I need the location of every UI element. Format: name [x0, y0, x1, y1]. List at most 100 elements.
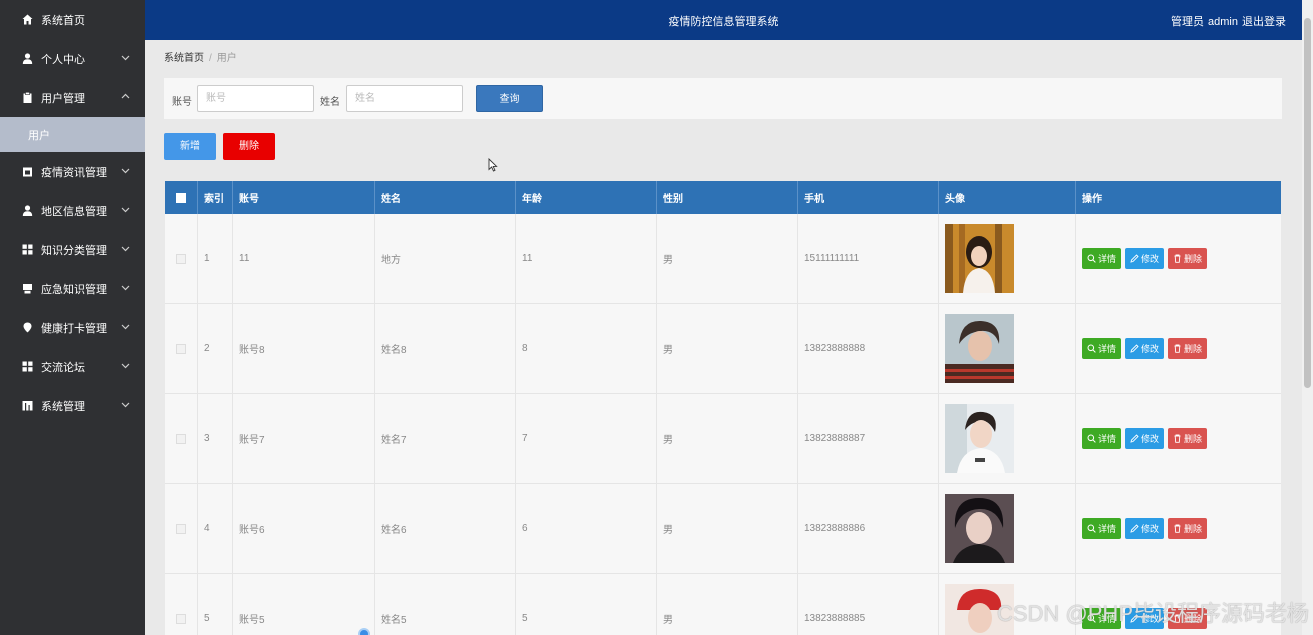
- sidebar-item-home[interactable]: 系统首页: [0, 0, 145, 39]
- edit-button[interactable]: 修改: [1125, 248, 1165, 269]
- column-header-gender: 性别: [657, 181, 798, 214]
- cell-avatar: [939, 214, 1076, 303]
- edit-button[interactable]: 修改: [1125, 428, 1165, 449]
- table-header: 索引 账号 姓名 年龄 性别 手机 头像 操作: [165, 181, 1281, 214]
- sidebar-item-system[interactable]: 系统管理: [0, 386, 145, 425]
- top-header: 疫情防控信息管理系统 管理员 admin 退出登录: [145, 0, 1302, 40]
- name-search-input[interactable]: [346, 85, 463, 112]
- cell-account: 账号8: [233, 304, 375, 393]
- cell-name: 姓名5: [375, 574, 516, 635]
- scrollbar-thumb[interactable]: [1304, 18, 1311, 388]
- delete-button[interactable]: 删除: [1168, 248, 1208, 269]
- trash-icon: [1174, 434, 1181, 443]
- table-row: 4 账号6 姓名6 6 男 13823888886 详情 修改 删除: [165, 484, 1281, 574]
- row-checkbox[interactable]: [176, 613, 186, 624]
- column-header-index: 索引: [198, 181, 233, 214]
- table-row: 1 11 地方 11 男 15111111111 详情 修改 删除: [165, 214, 1281, 304]
- mouse-cursor-icon: [488, 158, 498, 172]
- cell-index: 5: [198, 574, 233, 635]
- column-header-actions: 操作: [1082, 194, 1102, 205]
- column-header-avatar: 头像: [939, 181, 1076, 214]
- detail-button[interactable]: 详情: [1082, 428, 1122, 449]
- sidebar-item-label: 个人中心: [41, 53, 85, 66]
- username: admin: [1208, 16, 1238, 28]
- sidebar-item-region-info[interactable]: 地区信息管理: [0, 191, 145, 230]
- edit-button[interactable]: 修改: [1125, 518, 1165, 539]
- cell-age: 5: [516, 574, 657, 635]
- sidebar-item-emergency-knowledge[interactable]: 应急知识管理: [0, 269, 145, 308]
- page-scrollbar[interactable]: [1302, 0, 1313, 635]
- detail-button[interactable]: 详情: [1082, 338, 1122, 359]
- sidebar-item-epidemic-news[interactable]: 疫情资讯管理: [0, 152, 145, 191]
- chevron-down-icon: [121, 168, 130, 174]
- sidebar-item-users[interactable]: 用户管理: [0, 78, 145, 117]
- clipboard-icon: [22, 92, 33, 103]
- sidebar-item-knowledge-category[interactable]: 知识分类管理: [0, 230, 145, 269]
- sidebar-item-health-checkin[interactable]: 健康打卡管理: [0, 308, 145, 347]
- grid-icon: [22, 361, 33, 372]
- cell-age: 7: [516, 394, 657, 483]
- sidebar-item-personal[interactable]: 个人中心: [0, 39, 145, 78]
- sidebar-item-label: 系统管理: [41, 400, 85, 413]
- query-button[interactable]: 查询: [476, 85, 543, 112]
- cell-phone: 13823888885: [798, 574, 939, 635]
- detail-label: 详情: [1098, 524, 1117, 534]
- delete-button[interactable]: 删除: [1168, 428, 1208, 449]
- row-checkbox[interactable]: [176, 253, 186, 264]
- person-icon: [22, 205, 33, 216]
- cell-actions: 详情 修改 删除: [1076, 214, 1281, 303]
- cell-phone: 13823888887: [798, 394, 939, 483]
- chevron-down-icon: [121, 363, 130, 369]
- cell-gender: 男: [657, 304, 798, 393]
- row-checkbox-cell: [165, 394, 198, 483]
- detail-label: 详情: [1098, 344, 1117, 354]
- location-pin-icon: [22, 322, 33, 333]
- select-all-checkbox-cell: [165, 181, 198, 214]
- cell-account: 账号6: [233, 484, 375, 573]
- column-header-account: 账号: [233, 181, 375, 214]
- search-icon: [1087, 434, 1096, 443]
- breadcrumb-home[interactable]: 系统首页: [164, 53, 204, 64]
- cell-account: 账号5: [233, 574, 375, 635]
- sidebar-item-forum[interactable]: 交流论坛: [0, 347, 145, 386]
- edit-button[interactable]: 修改: [1125, 338, 1165, 359]
- row-checkbox[interactable]: [176, 433, 186, 444]
- chevron-down-icon: [121, 55, 130, 61]
- delete-button[interactable]: 删除: [1168, 518, 1208, 539]
- add-button[interactable]: 新增: [164, 133, 216, 160]
- detail-button[interactable]: 详情: [1082, 248, 1122, 269]
- trash-icon: [1174, 254, 1181, 263]
- row-checkbox[interactable]: [176, 343, 186, 354]
- batch-delete-button[interactable]: 删除: [223, 133, 275, 160]
- cell-gender: 男: [657, 214, 798, 303]
- home-icon: [22, 14, 33, 25]
- account-search-input[interactable]: [197, 85, 314, 112]
- row-checkbox[interactable]: [176, 523, 186, 534]
- avatar: [945, 224, 1014, 293]
- select-all-checkbox[interactable]: [176, 192, 186, 203]
- cell-gender: 男: [657, 574, 798, 635]
- sidebar-subitem-user[interactable]: 用户: [0, 117, 145, 152]
- avatar: [945, 404, 1014, 473]
- column-header-phone: 手机: [798, 181, 939, 214]
- table-row: 2 账号8 姓名8 8 男 13823888888 详情 修改 删除: [165, 304, 1281, 394]
- cell-account: 账号7: [233, 394, 375, 483]
- row-checkbox-cell: [165, 304, 198, 393]
- account-label: 账号: [172, 97, 192, 108]
- user-role: 管理员: [1171, 16, 1205, 28]
- delete-label: 删除: [1184, 254, 1203, 264]
- person-icon: [22, 53, 33, 64]
- column-header-age: 年龄: [516, 181, 657, 214]
- cell-avatar: [939, 484, 1076, 573]
- detail-button[interactable]: 详情: [1082, 518, 1122, 539]
- sidebar-item-label: 用户管理: [41, 92, 85, 105]
- edit-label: 修改: [1141, 254, 1160, 264]
- logout-link[interactable]: 退出登录: [1242, 16, 1286, 28]
- sidebar-subitem-label: 用户: [28, 129, 50, 142]
- cell-index: 2: [198, 304, 233, 393]
- calendar-icon: [22, 166, 33, 177]
- search-icon: [1087, 254, 1096, 263]
- delete-button[interactable]: 删除: [1168, 338, 1208, 359]
- chevron-up-icon: [121, 93, 130, 99]
- sidebar-item-label: 应急知识管理: [41, 283, 107, 296]
